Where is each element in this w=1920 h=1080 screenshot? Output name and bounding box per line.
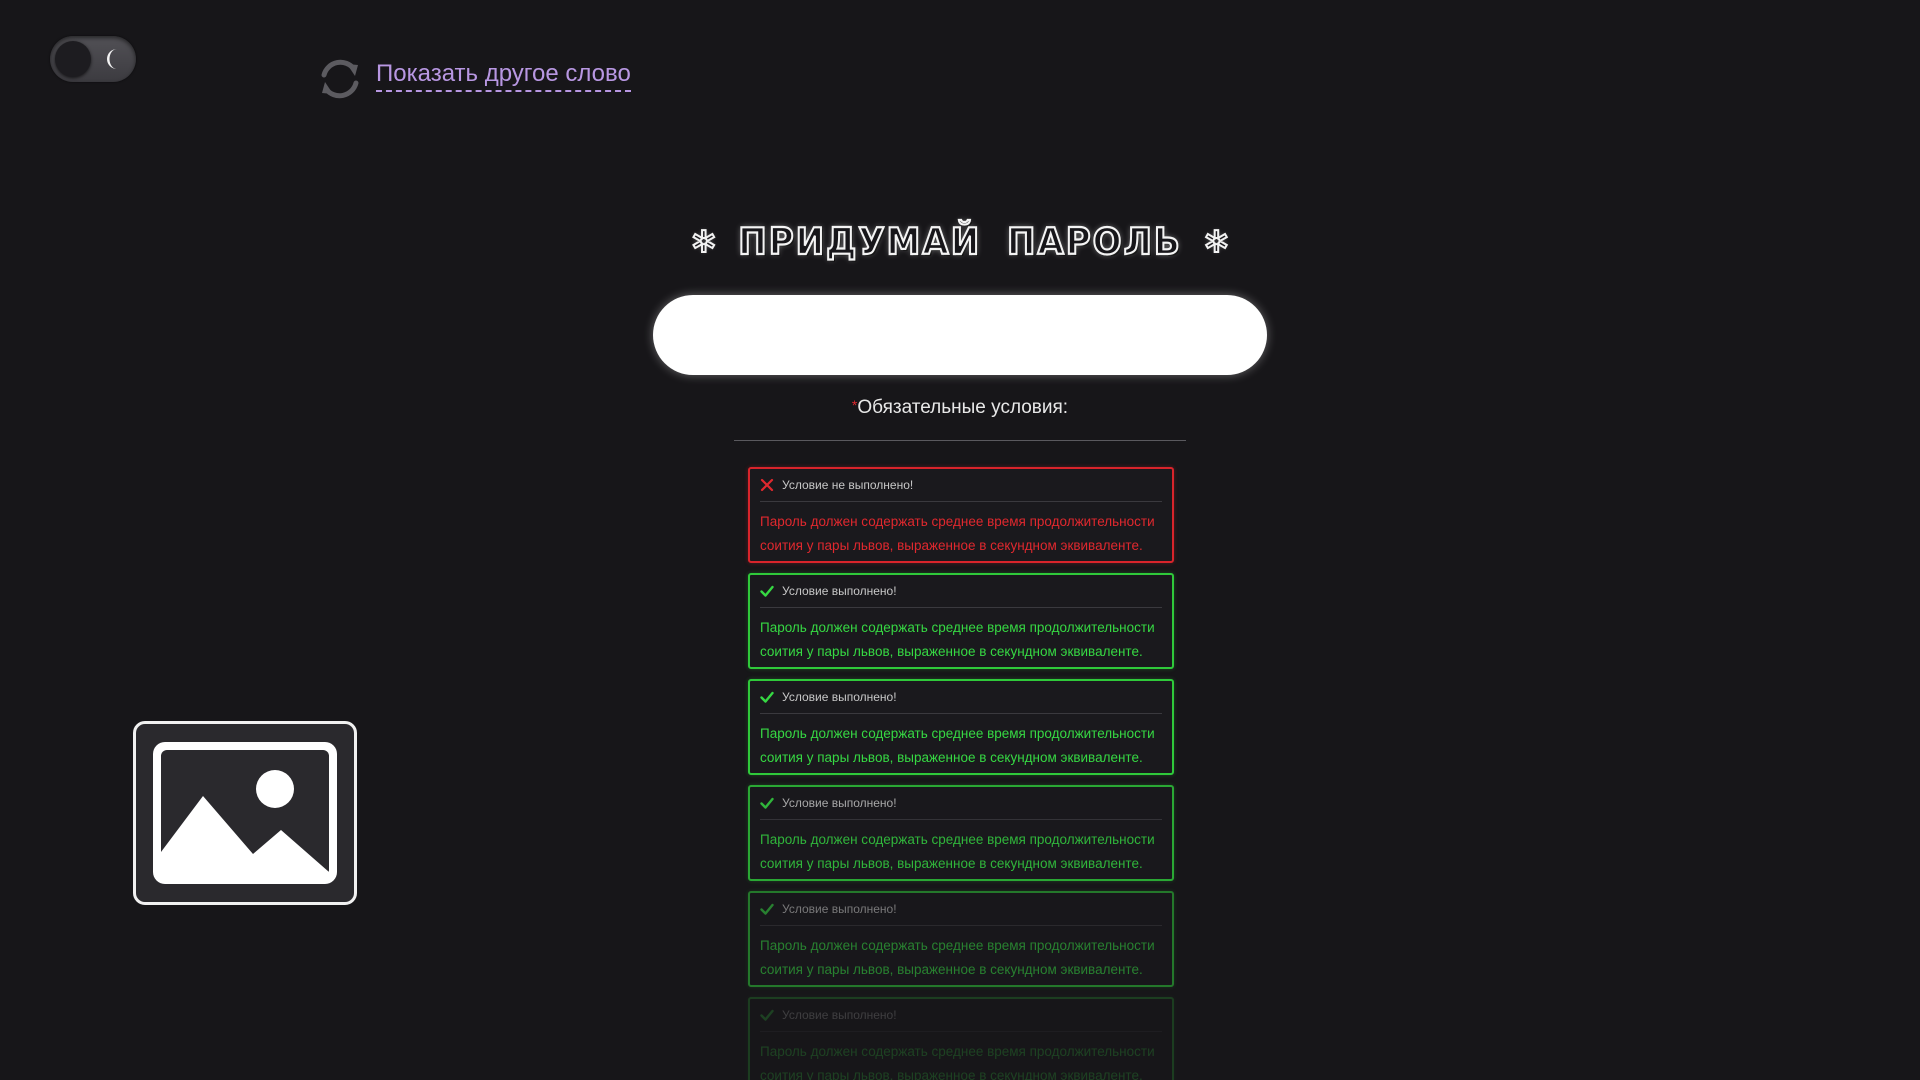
- condition-card: Условие выполнено! Пароль должен содержат…: [748, 891, 1174, 987]
- check-icon: [760, 797, 774, 809]
- condition-card: Условие выполнено! Пароль должен содержат…: [748, 679, 1174, 775]
- password-input[interactable]: [653, 295, 1267, 375]
- toggle-knob[interactable]: [55, 41, 91, 77]
- check-icon: [760, 691, 774, 703]
- condition-text: Пароль должен содержать среднее время пр…: [760, 1044, 1155, 1080]
- divider: [734, 440, 1186, 441]
- cross-icon: [760, 478, 774, 492]
- condition-header: Условие выполнено!: [760, 681, 1162, 714]
- condition-text: Пароль должен содержать среднее время пр…: [760, 832, 1155, 871]
- image-icon: [153, 742, 337, 884]
- condition-status-text: Условие выполнено!: [782, 1008, 897, 1022]
- refresh-icon: [321, 59, 359, 99]
- condition-text: Пароль должен содержать среднее время пр…: [760, 620, 1155, 659]
- condition-text: Пароль должен содержать среднее время пр…: [760, 726, 1155, 765]
- condition-header: Условие выполнено!: [760, 787, 1162, 820]
- condition-status-text: Условие выполнено!: [782, 584, 897, 598]
- check-icon: [760, 585, 774, 597]
- condition-status-text: Условие выполнено!: [782, 902, 897, 916]
- condition-header: Условие выполнено!: [760, 575, 1162, 608]
- condition-status-text: Условие выполнено!: [782, 796, 897, 810]
- check-icon: [760, 1009, 774, 1021]
- condition-card: Условие выполнено! Пароль должен содержат…: [748, 573, 1174, 669]
- page-title: ✲ ПРИДУМАЙ ПАРОЛЬ ✲: [0, 219, 1920, 264]
- condition-text: Пароль должен содержать среднее время пр…: [760, 938, 1155, 977]
- show-another-word-link[interactable]: Показать другое слово: [316, 55, 631, 103]
- theme-toggle[interactable]: [50, 36, 136, 82]
- conditions-list: Условие не выполнено! Пароль должен содер…: [748, 467, 1174, 1080]
- refresh-link-label[interactable]: Показать другое слово: [376, 60, 631, 92]
- condition-text: Пароль должен содержать среднее время пр…: [760, 514, 1155, 553]
- conditions-title: *Обязательные условия:: [0, 397, 1920, 419]
- title-star-left: ✲: [690, 224, 717, 261]
- condition-header: Условие выполнено!: [760, 893, 1162, 926]
- conditions-title-text: Обязательные условия:: [857, 397, 1069, 418]
- title-star-right: ✲: [1203, 224, 1230, 261]
- condition-header: Условие выполнено!: [760, 999, 1162, 1032]
- condition-status-text: Условие выполнено!: [782, 690, 897, 704]
- check-icon: [760, 903, 774, 915]
- condition-card: Условие выполнено! Пароль должен содержат…: [748, 997, 1174, 1080]
- condition-status-text: Условие не выполнено!: [782, 478, 914, 492]
- moon-icon: [107, 49, 117, 69]
- condition-header: Условие не выполнено!: [760, 469, 1162, 502]
- condition-card: Условие выполнено! Пароль должен содержат…: [748, 785, 1174, 881]
- title-text: ПРИДУМАЙ ПАРОЛЬ: [737, 219, 1182, 264]
- image-placeholder[interactable]: [133, 721, 357, 905]
- condition-card: Условие не выполнено! Пароль должен содер…: [748, 467, 1174, 563]
- page: Показать другое слово ✲ ПРИДУМАЙ ПАРОЛЬ …: [0, 0, 1920, 1080]
